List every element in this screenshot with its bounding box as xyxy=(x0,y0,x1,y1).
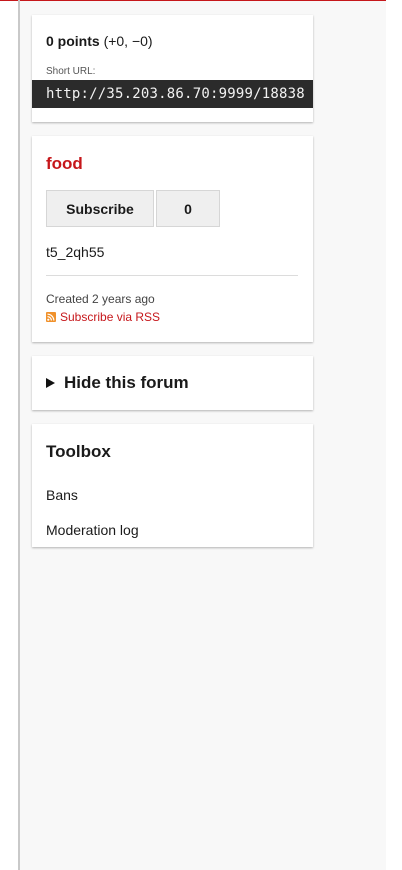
short-url-label: Short URL: xyxy=(46,66,96,77)
points-breakdown: (+0, −0) xyxy=(103,33,153,49)
hide-forum-label: Hide this forum xyxy=(64,373,189,392)
points-value: 0 points xyxy=(46,33,100,49)
disclosure-triangle-icon xyxy=(46,378,55,388)
sidebar: 0 points (+0, −0) Short URL: http://35.2… xyxy=(20,1,386,870)
moderation-log-link[interactable]: Moderation log xyxy=(46,521,139,539)
created-date: Created 2 years ago xyxy=(46,292,155,306)
short-url-field[interactable]: http://35.203.86.70:9999/18838 xyxy=(32,80,313,108)
toolbox-title: Toolbox xyxy=(46,442,111,461)
points-line: 0 points (+0, −0) xyxy=(46,32,153,50)
subscriber-count[interactable]: 0 xyxy=(156,190,220,227)
forum-id: t5_2qh55 xyxy=(46,244,105,260)
bans-link[interactable]: Bans xyxy=(46,486,78,504)
divider xyxy=(46,275,298,276)
toolbox-card: Toolbox Bans Moderation log xyxy=(32,424,313,547)
rss-icon xyxy=(46,312,56,322)
rss-row: Subscribe via RSS xyxy=(46,310,160,324)
forum-name-link[interactable]: food xyxy=(46,154,83,174)
subscribe-rss-link[interactable]: Subscribe via RSS xyxy=(60,310,160,324)
subscribe-button-group: Subscribe 0 xyxy=(46,190,220,227)
hide-forum-card: Hide this forum xyxy=(32,356,313,410)
forum-card: food Subscribe 0 t5_2qh55 Created 2 year… xyxy=(32,136,313,342)
page: 0 points (+0, −0) Short URL: http://35.2… xyxy=(0,0,402,870)
submission-info-card: 0 points (+0, −0) Short URL: http://35.2… xyxy=(32,15,313,122)
subscribe-button[interactable]: Subscribe xyxy=(46,190,154,227)
hide-forum-toggle[interactable]: Hide this forum xyxy=(46,373,189,393)
